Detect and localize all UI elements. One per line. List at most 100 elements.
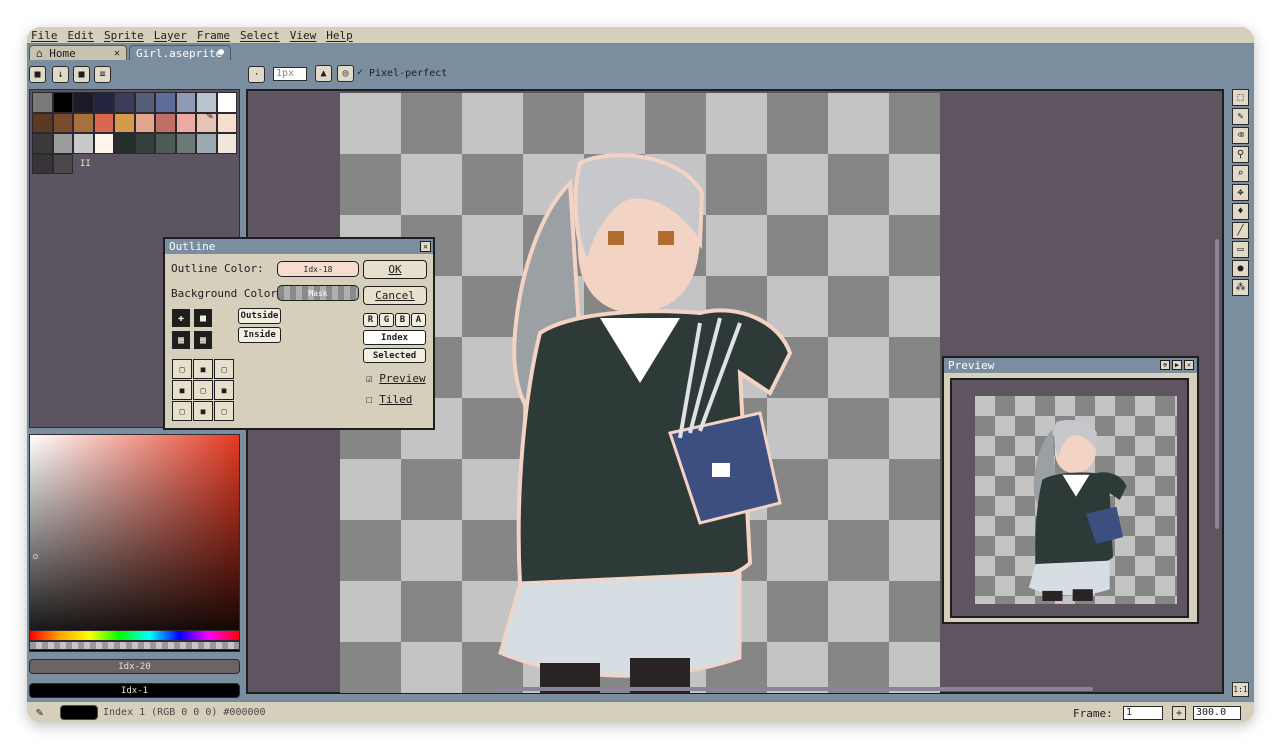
check-icon[interactable]: ✓ <box>357 67 363 78</box>
close-icon[interactable]: ✕ <box>420 241 431 252</box>
matrix-cell-9[interactable]: □ <box>214 401 234 421</box>
menu-layer[interactable]: Layer <box>154 29 187 42</box>
outline-color-button[interactable]: Idx-18 <box>277 261 359 277</box>
marquee-icon[interactable]: ⬚ <box>1232 89 1249 106</box>
vertical-matrix-icon[interactable]: ▦ <box>194 331 212 349</box>
inside-button[interactable]: Inside <box>238 327 281 343</box>
palette-swatch[interactable] <box>114 92 135 113</box>
hue-slider[interactable] <box>29 630 240 641</box>
palette-swatch[interactable] <box>216 133 237 154</box>
palette-swatch[interactable] <box>155 112 176 133</box>
line-icon[interactable]: ╱ <box>1232 222 1249 239</box>
close-icon[interactable]: ✕ <box>1184 360 1194 370</box>
palette-swatch[interactable] <box>134 112 155 133</box>
eraser-icon[interactable]: ⌫ <box>1232 127 1249 144</box>
palette-swatch[interactable] <box>32 92 53 113</box>
pixel-perfect-label[interactable]: Pixel-perfect <box>369 68 447 79</box>
tiled-checkbox[interactable]: ☐ Tiled <box>366 393 412 406</box>
background-color-bar[interactable]: Idx-20 <box>29 659 240 674</box>
menu-file[interactable]: File <box>31 29 58 42</box>
palette-swatch[interactable] <box>52 112 73 133</box>
preview-canvas[interactable] <box>975 396 1177 604</box>
palette-swatch[interactable] <box>175 133 196 154</box>
palette-swatch[interactable] <box>32 153 53 174</box>
palette-swatch[interactable] <box>52 92 73 113</box>
channel-r-button[interactable]: R <box>363 313 378 327</box>
vertical-scrollbar[interactable] <box>1215 239 1219 529</box>
tab-girl-aseprite[interactable]: Girl.aseprite <box>129 45 231 60</box>
matrix-cell-6[interactable]: ■ <box>214 380 234 400</box>
foreground-color-bar[interactable]: Idx-1 <box>29 683 240 698</box>
tab-home[interactable]: ⌂ Home ✕ <box>29 45 127 60</box>
palette-swatch[interactable] <box>73 133 94 154</box>
alpha-slider[interactable] <box>29 641 240 650</box>
palette-swatch[interactable] <box>155 133 176 154</box>
matrix-cell-8[interactable]: ■ <box>193 401 213 421</box>
play-icon[interactable]: ▶ <box>1172 360 1182 370</box>
ok-button[interactable]: OK <box>363 260 427 279</box>
cancel-button[interactable]: Cancel <box>363 286 427 305</box>
palette-swatch[interactable] <box>175 92 196 113</box>
palette-swatch[interactable] <box>196 133 217 154</box>
palette-swatch[interactable] <box>52 153 73 174</box>
menu-sprite[interactable]: Sprite <box>104 29 144 42</box>
brush-size-input[interactable]: 1px <box>273 67 307 81</box>
frame-input[interactable]: 1 <box>1123 706 1163 720</box>
palette-swatch[interactable] <box>93 112 114 133</box>
horizontal-matrix-icon[interactable]: ▦ <box>172 331 190 349</box>
palette-swatch[interactable] <box>134 133 155 154</box>
palette-swatch[interactable] <box>93 92 114 113</box>
circle-matrix-icon[interactable]: ✚ <box>172 309 190 327</box>
preview-checkbox[interactable]: ☑ Preview <box>366 372 426 385</box>
palette-swatch[interactable] <box>93 133 114 154</box>
menu-frame[interactable]: Frame <box>197 29 230 42</box>
matrix-cell-2[interactable]: ■ <box>193 359 213 379</box>
menu-icon[interactable]: ≡ <box>94 66 111 83</box>
background-color-button[interactable]: Mask <box>277 285 359 301</box>
rectangle-icon[interactable]: ▭ <box>1232 241 1249 258</box>
down-arrow-icon[interactable]: ↓ <box>52 66 69 83</box>
matrix-cell-4[interactable]: ■ <box>172 380 192 400</box>
menu-help[interactable]: Help <box>326 29 353 42</box>
square-matrix-icon[interactable]: ■ <box>194 309 212 327</box>
matrix-cell-7[interactable]: □ <box>172 401 192 421</box>
zoom-1-1-button[interactable]: 1:1 <box>1232 682 1249 697</box>
index-button[interactable]: Index <box>363 330 426 345</box>
brush-dot-icon[interactable]: · <box>248 66 265 83</box>
selected-button[interactable]: Selected <box>363 348 426 363</box>
square-icon[interactable]: ■ <box>73 66 90 83</box>
ink-icon[interactable]: ▲ <box>315 65 332 82</box>
palette-swatch[interactable] <box>216 92 237 113</box>
channel-b-button[interactable]: B <box>395 313 410 327</box>
pressure-icon[interactable]: ◎ <box>337 65 354 82</box>
palette-swatch[interactable] <box>32 133 53 154</box>
eyedropper-icon[interactable]: ⚲ <box>1232 146 1249 163</box>
blur-icon[interactable]: ● <box>1232 260 1249 277</box>
center-icon[interactable]: ⊕ <box>1160 360 1170 370</box>
matrix-cell-3[interactable]: □ <box>214 359 234 379</box>
close-icon[interactable]: ✕ <box>114 48 120 59</box>
palette-swatch[interactable] <box>134 92 155 113</box>
zoom-input[interactable]: 300.0 <box>1193 706 1241 720</box>
palette-swatch[interactable] <box>216 112 237 133</box>
matrix-cell-1[interactable]: □ <box>172 359 192 379</box>
palette-swatch[interactable] <box>155 92 176 113</box>
palette-swatch[interactable] <box>52 133 73 154</box>
add-frame-icon[interactable]: + <box>1172 706 1186 720</box>
pencil-icon[interactable]: ✎ <box>1232 108 1249 125</box>
palette-swatch[interactable] <box>73 112 94 133</box>
palette-swatch[interactable] <box>73 92 94 113</box>
spray-icon[interactable]: ⁂ <box>1232 279 1249 296</box>
menu-view[interactable]: View <box>290 29 317 42</box>
palette-swatch[interactable] <box>175 112 196 133</box>
color-spectrum[interactable] <box>29 434 240 652</box>
matrix-cell-5[interactable]: □ <box>193 380 213 400</box>
dialog-title[interactable]: Outline <box>165 239 433 254</box>
lock-icon[interactable]: ■ <box>29 66 46 83</box>
modified-dot-icon[interactable] <box>218 49 224 55</box>
horizontal-scrollbar[interactable] <box>493 687 1093 691</box>
palette-swatch[interactable] <box>32 112 53 133</box>
channel-g-button[interactable]: G <box>379 313 394 327</box>
channel-a-button[interactable]: A <box>411 313 426 327</box>
palette-swatch[interactable] <box>114 133 135 154</box>
